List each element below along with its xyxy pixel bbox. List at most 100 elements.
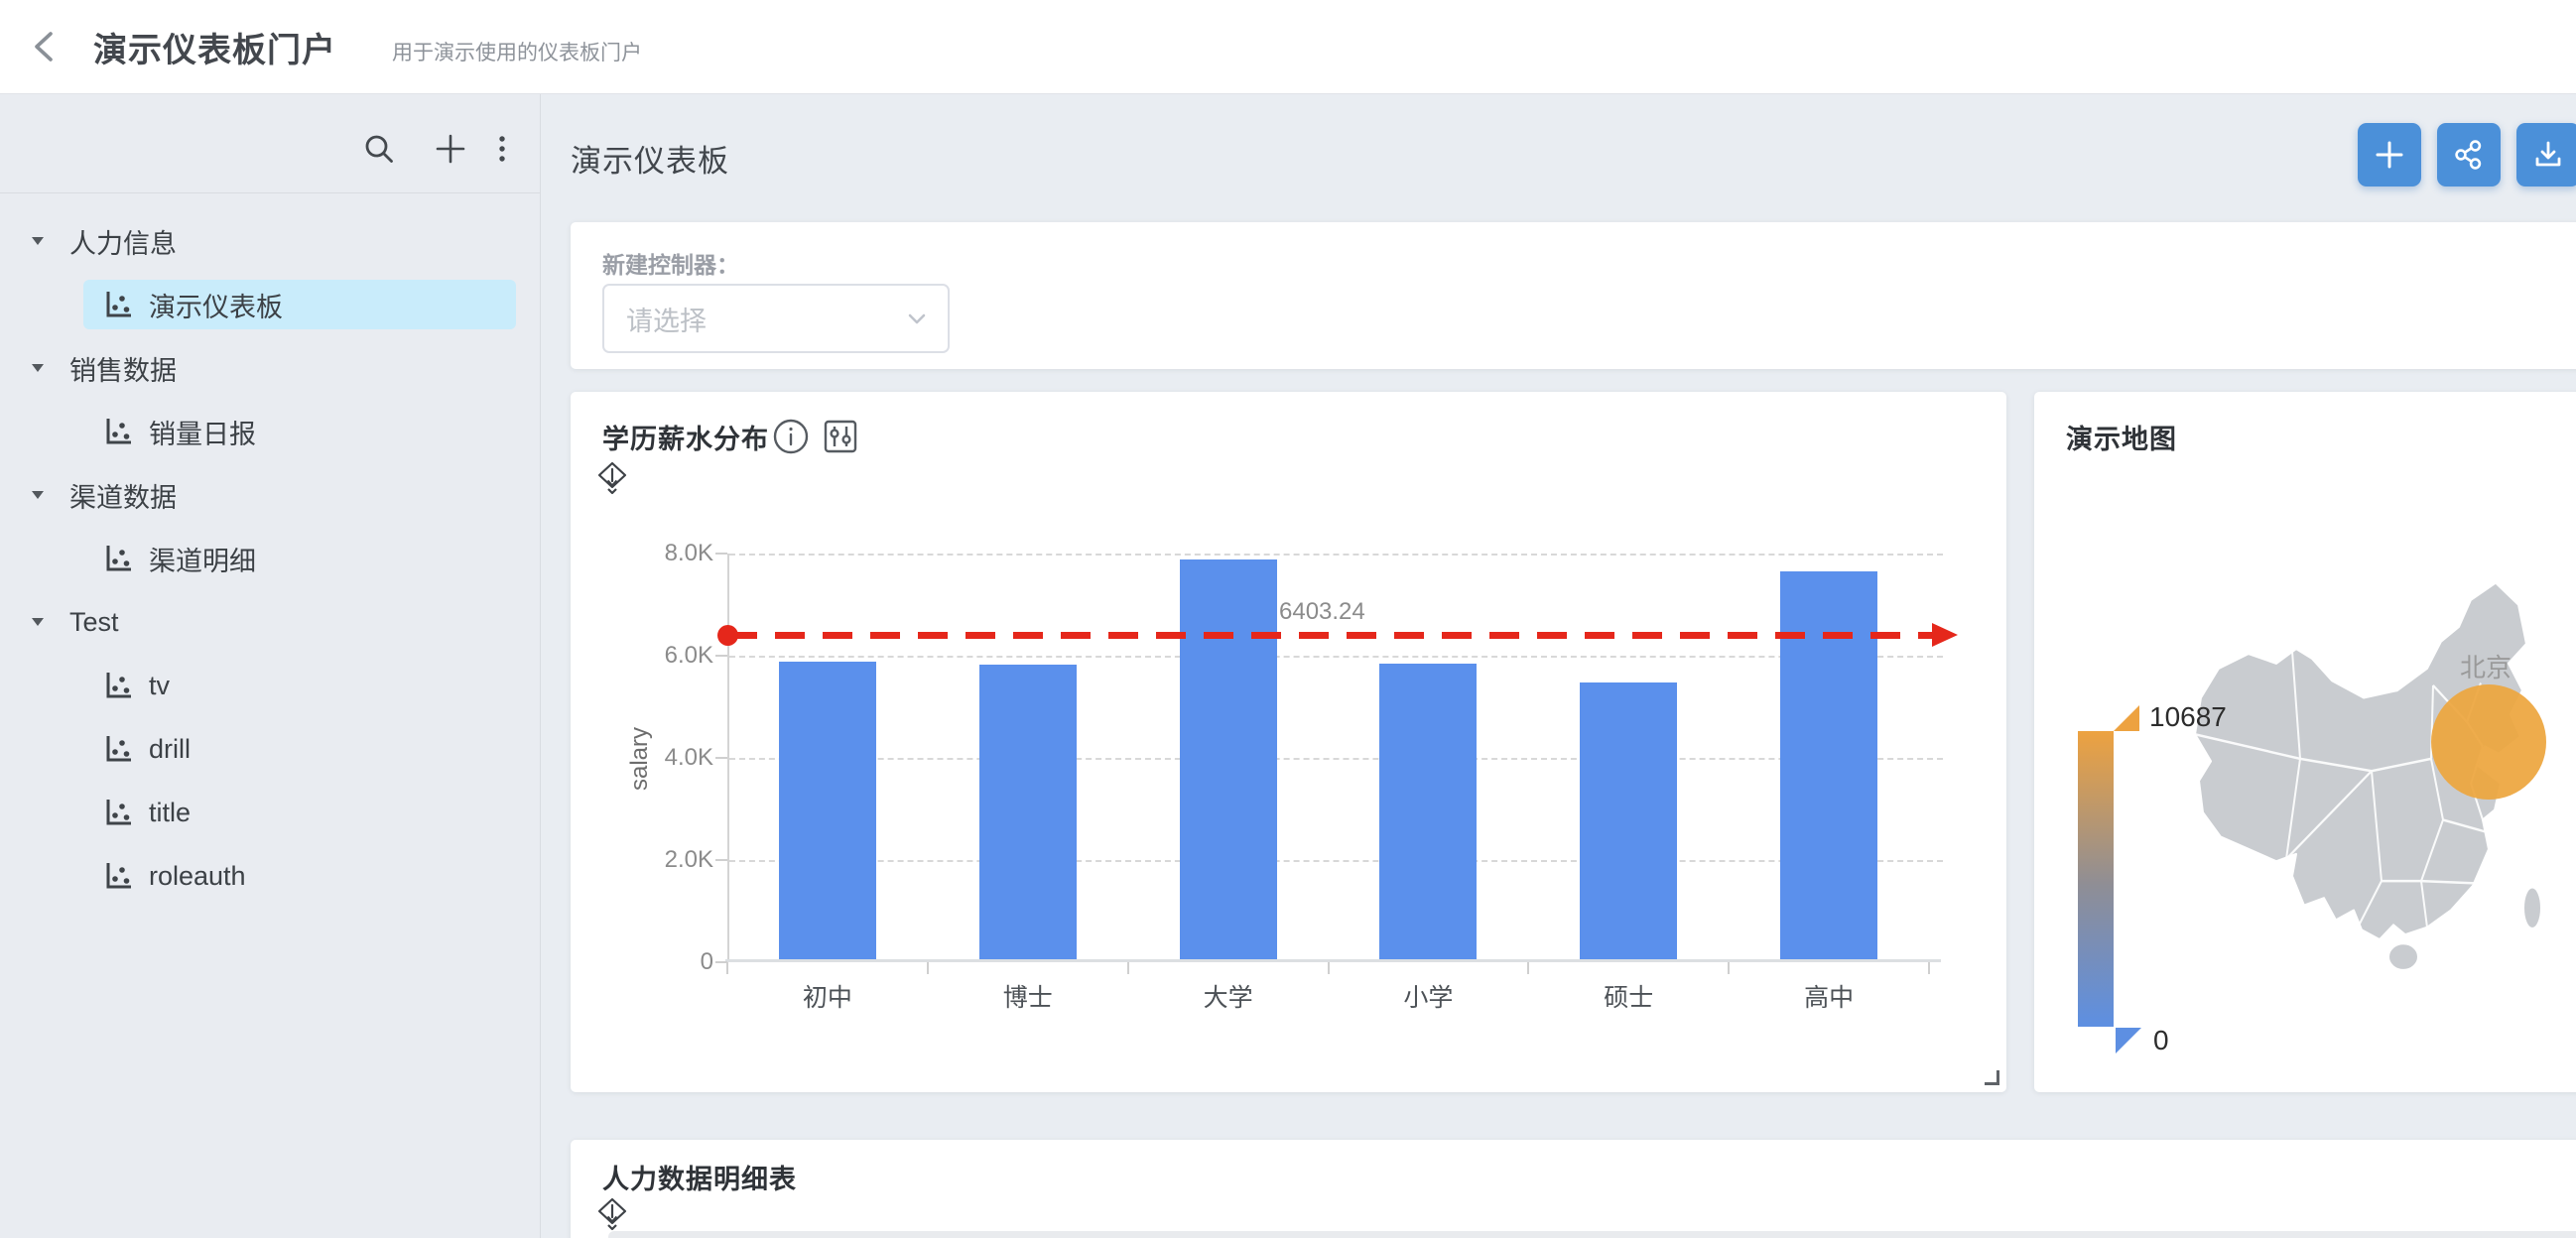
y-tick-label: 4.0K — [624, 744, 713, 772]
chart-icon — [101, 732, 135, 766]
sidebar: 人力信息演示仪表板销售数据销量日报渠道数据渠道明细 Test tv drill titl… — [0, 94, 541, 1238]
y-tick-mark — [715, 553, 727, 555]
tree-item-label: 销量日报 — [149, 413, 256, 451]
add-icon[interactable] — [433, 131, 468, 167]
legend-max-pointer — [2114, 705, 2139, 731]
legend-min-value: 0 — [2153, 1025, 2169, 1056]
back-icon[interactable] — [26, 28, 64, 65]
resize-handle[interactable] — [1985, 1070, 1999, 1085]
tree-item[interactable]: 渠道明细 — [0, 527, 540, 590]
x-tick-mark — [1127, 962, 1129, 974]
chart-icon — [101, 542, 135, 575]
chart-icon — [101, 796, 135, 829]
legend-max-value: 10687 — [2149, 701, 2227, 733]
drill-icon[interactable] — [595, 1197, 629, 1231]
tree-item-label: 演示仪表板 — [149, 286, 283, 324]
x-tick-mark — [1328, 962, 1330, 974]
x-tick-mark — [726, 962, 728, 974]
reference-line: 6403.24 — [727, 632, 1934, 639]
x-tick-mark — [1928, 962, 1930, 974]
dashboard-title: 演示仪表板 — [571, 136, 729, 181]
legend-min-pointer — [2116, 1028, 2141, 1053]
tree-item-label: 渠道明细 — [149, 540, 256, 578]
info-icon[interactable] — [771, 417, 811, 456]
reference-line-arrow — [1932, 623, 1958, 647]
map-card: 演示地图 北京 — [2034, 392, 2576, 1092]
tree-group[interactable]: 渠道数据 — [0, 463, 540, 527]
y-tick-mark — [715, 757, 727, 759]
gridline — [729, 656, 1943, 658]
tree-item[interactable]: 演示仪表板 — [0, 273, 540, 336]
tree-group-label: Test — [69, 607, 119, 638]
caret-down-icon — [32, 618, 44, 626]
bar-高中[interactable] — [1780, 571, 1877, 959]
filter-sliders-icon[interactable] — [821, 417, 860, 456]
x-category-label: 博士 — [949, 978, 1107, 1014]
tree-item-label: drill — [149, 734, 191, 765]
caret-down-icon — [32, 491, 44, 499]
app-root: 演示仪表板门户 用于演示使用的仪表板门户 人力信息演示仪表板销售数据销量日报渠道… — [0, 0, 2576, 1238]
bar-chart-card: 学历薪水分布 salary 02.0K4.0K6.0K8.0K初中博士大学小学硕… — [571, 392, 2006, 1092]
dashboard-actions — [2358, 123, 2576, 186]
share-button[interactable] — [2437, 123, 2501, 186]
chart-title: 学历薪水分布 — [602, 418, 769, 456]
tree-item[interactable]: 销量日报 — [0, 400, 540, 463]
x-tick-mark — [927, 962, 929, 974]
caret-down-icon — [32, 364, 44, 372]
bar-大学[interactable] — [1180, 559, 1277, 959]
y-tick-label: 2.0K — [624, 846, 713, 874]
x-category-label: 初中 — [748, 978, 907, 1014]
tree-item[interactable]: roleauth — [0, 844, 540, 908]
bar-硕士[interactable] — [1580, 682, 1677, 959]
x-category-label: 大学 — [1149, 978, 1308, 1014]
tree-group[interactable]: Test — [0, 590, 540, 654]
controller-card: 新建控制器： 请选择 — [571, 222, 2576, 369]
chart-icon — [101, 859, 135, 893]
chart-icon — [101, 288, 135, 321]
select-placeholder: 请选择 — [626, 300, 904, 338]
controller-select[interactable]: 请选择 — [602, 284, 950, 353]
dashboard-tree: 人力信息演示仪表板销售数据销量日报渠道数据渠道明细 Test tv drill titl… — [0, 193, 540, 908]
search-icon[interactable] — [361, 131, 397, 167]
reference-line-value: 6403.24 — [1279, 598, 1365, 626]
map-legend-gradient — [2078, 731, 2114, 1027]
tree-group-label: 渠道数据 — [69, 476, 177, 515]
drill-icon[interactable] — [595, 461, 629, 495]
add-panel-button[interactable] — [2358, 123, 2421, 186]
tree-group[interactable]: 销售数据 — [0, 336, 540, 400]
map-bubble-beijing[interactable] — [2431, 684, 2546, 800]
y-tick-mark — [715, 859, 727, 861]
sidebar-toolbar — [0, 94, 540, 193]
tree-group-label: 人力信息 — [69, 222, 177, 261]
portal-title: 演示仪表板门户 — [93, 23, 336, 71]
y-tick-label: 6.0K — [624, 642, 713, 670]
portal-subtitle: 用于演示使用的仪表板门户 — [392, 37, 642, 66]
tree-group[interactable]: 人力信息 — [0, 209, 540, 273]
x-category-label: 小学 — [1349, 978, 1507, 1014]
x-category-label: 硕士 — [1549, 978, 1708, 1014]
x-tick-mark — [1527, 962, 1529, 974]
tree-item[interactable]: title — [0, 781, 540, 844]
bar-小学[interactable] — [1379, 664, 1477, 959]
tree-group-label: 销售数据 — [69, 349, 177, 388]
gridline — [729, 860, 1943, 862]
download-button[interactable] — [2516, 123, 2576, 186]
tree-item-label: tv — [149, 671, 170, 701]
x-category-label: 高中 — [1749, 978, 1908, 1014]
bar-初中[interactable] — [779, 662, 876, 959]
table-title: 人力数据明细表 — [602, 1158, 797, 1196]
caret-down-icon — [32, 237, 44, 245]
portal-header: 演示仪表板门户 用于演示使用的仪表板门户 — [0, 0, 2576, 94]
map-title: 演示地图 — [2066, 418, 2177, 456]
gridline — [729, 758, 1943, 760]
map-region-label: 北京 — [2446, 648, 2525, 684]
kebab-menu-icon[interactable] — [484, 131, 520, 167]
tree-item-label: title — [149, 798, 191, 828]
tree-item[interactable]: drill — [0, 717, 540, 781]
bar-博士[interactable] — [979, 665, 1077, 959]
controller-label: 新建控制器： — [602, 246, 739, 280]
tree-item[interactable]: tv — [0, 654, 540, 717]
chart-icon — [101, 415, 135, 448]
y-tick-label: 8.0K — [624, 540, 713, 567]
y-tick-mark — [715, 655, 727, 657]
